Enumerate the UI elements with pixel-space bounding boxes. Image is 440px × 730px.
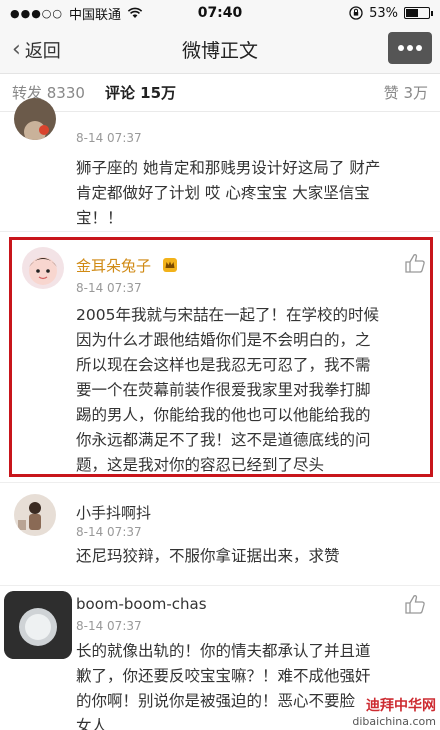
clock: 07:40 bbox=[197, 5, 243, 21]
tab-likes[interactable]: 赞 3万 bbox=[384, 82, 428, 103]
nav-bar: ‹ 返回 微博正文 bbox=[0, 26, 440, 74]
comment-time: 8-14 07:37 bbox=[76, 131, 142, 145]
battery-icon bbox=[404, 7, 433, 19]
tab-repost[interactable]: 转发 8330 bbox=[12, 82, 85, 103]
avatar[interactable] bbox=[22, 247, 64, 289]
comment-time: 8-14 07:37 bbox=[76, 619, 142, 633]
comment-item: 金耳朵兔子 8-14 07:37 2005年我就与宋喆在一起了！在学校的时候 因… bbox=[0, 237, 440, 483]
more-dot-icon bbox=[398, 45, 404, 51]
back-button[interactable]: ‹ 返回 bbox=[0, 37, 61, 63]
commenter-name[interactable]: boom-boom-chas bbox=[76, 595, 207, 613]
comment-text: 狮子座的 她肯定和那贱男设计好这局了 财产 肯定都做好了计划 哎 心疼宝宝 大家… bbox=[76, 159, 381, 227]
status-bar: ●●●○○ 中国联通 07:40 53% bbox=[0, 0, 440, 26]
vip-crown-icon bbox=[163, 258, 177, 272]
comment-time: 8-14 07:37 bbox=[76, 525, 142, 539]
comment-time: 8-14 07:37 bbox=[76, 281, 142, 295]
watermark-logo: 迪拜中华网 bbox=[366, 698, 436, 714]
avatar[interactable] bbox=[14, 98, 56, 140]
watermark: 迪拜中华网 dibaichina.com bbox=[352, 695, 436, 728]
comment-item: 8-14 07:37 狮子座的 她肯定和那贱男设计好这局了 财产 肯定都做好了计… bbox=[0, 98, 440, 232]
tabs-bar: 转发 8330 评论 15万 赞 3万 bbox=[0, 74, 440, 112]
comment-text: 长的就像出轨的！你的情夫都承认了并且道 歉了，你还要反咬宝宝嘛？！难不成他强奸 … bbox=[76, 642, 371, 730]
more-dot-icon bbox=[407, 45, 413, 51]
avatar[interactable] bbox=[14, 494, 56, 536]
back-label: 返回 bbox=[24, 40, 61, 62]
like-icon[interactable] bbox=[404, 253, 426, 273]
tab-comments[interactable]: 评论 15万 bbox=[105, 82, 176, 103]
commenter-name[interactable]: 金耳朵兔子 bbox=[76, 255, 151, 276]
like-icon[interactable] bbox=[404, 594, 426, 614]
comment-text: 还尼玛狡辩，不服你拿证据出来，求赞 bbox=[76, 547, 340, 565]
comment-item: 小手抖啊抖 8-14 07:37 还尼玛狡辩，不服你拿证据出来，求赞 bbox=[0, 484, 440, 586]
page-title: 微博正文 bbox=[181, 40, 258, 62]
watermark-url: dibaichina.com bbox=[352, 715, 436, 728]
chevron-left-icon: ‹ bbox=[12, 37, 21, 62]
more-button[interactable] bbox=[388, 32, 432, 64]
avatar[interactable] bbox=[4, 591, 72, 659]
comment-text: 2005年我就与宋喆在一起了！在学校的时候 因为什么才跟他结婚你们是不会明白的，… bbox=[76, 306, 379, 474]
more-dot-icon bbox=[416, 45, 422, 51]
commenter-name[interactable]: 小手抖啊抖 bbox=[76, 502, 151, 523]
